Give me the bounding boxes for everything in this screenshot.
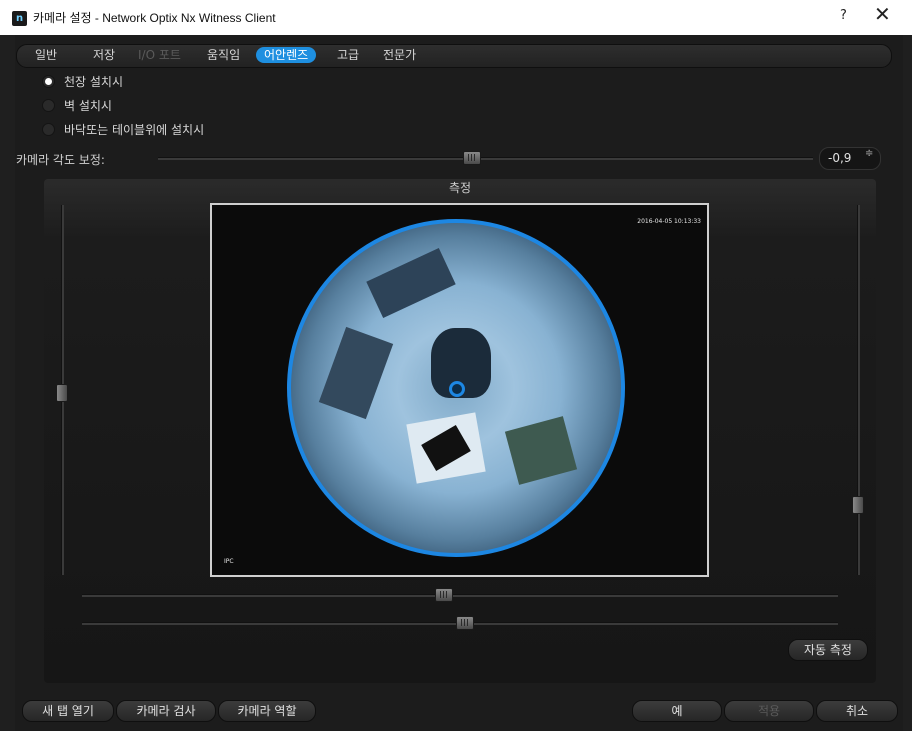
camera-label: IPC <box>224 558 234 565</box>
close-icon[interactable]: ✕ <box>874 4 891 24</box>
angle-slider-handle[interactable] <box>463 151 481 165</box>
ok-button[interactable]: 예 <box>632 700 722 722</box>
angle-value: -0,9 <box>828 151 852 165</box>
scene-detail <box>366 247 456 319</box>
auto-calibrate-button[interactable]: 자동 측정 <box>788 639 868 661</box>
fisheye-image[interactable] <box>287 219 625 557</box>
camera-check-button[interactable]: 카메라 검사 <box>116 700 216 722</box>
apply-button: 적용 <box>724 700 814 722</box>
horizontal-slider-2-handle[interactable] <box>456 616 474 630</box>
app-icon: n <box>12 11 27 26</box>
horizontal-slider-1-handle[interactable] <box>435 588 453 602</box>
right-vertical-slider-handle[interactable] <box>852 496 864 514</box>
angle-spinbox[interactable]: -0,9 ≑ <box>819 147 881 170</box>
horizontal-slider-1-track[interactable] <box>82 594 838 597</box>
new-tab-button[interactable]: 새 탭 열기 <box>22 700 114 722</box>
help-button[interactable]: ? <box>840 8 847 23</box>
radio-button[interactable] <box>42 123 55 136</box>
tab-general[interactable]: 일반 <box>35 47 57 63</box>
angle-correction-label: 카메라 각도 보정: <box>16 153 105 167</box>
window-titlebar: n 카메라 설정 - Network Optix Nx Witness Clie… <box>0 0 912 35</box>
scene-detail <box>504 416 578 485</box>
calibration-title: 측정 <box>448 181 472 195</box>
scene-detail <box>318 326 394 420</box>
tab-expert[interactable]: 전문가 <box>383 47 416 63</box>
tab-advanced[interactable]: 고급 <box>337 47 359 63</box>
radio-label: 천장 설치시 <box>64 75 124 89</box>
fisheye-preview[interactable]: 2016-04-05 10:13:33 IPC <box>210 203 709 577</box>
tab-io-ports: I/O 포트 <box>138 48 181 62</box>
spin-arrows-icon[interactable]: ≑ <box>865 149 873 159</box>
right-vertical-slider-track[interactable] <box>857 205 860 575</box>
calibration-center-handle[interactable] <box>449 381 465 397</box>
tab-fisheye[interactable]: 어안렌즈 <box>256 47 317 63</box>
left-vertical-slider-handle[interactable] <box>56 384 68 402</box>
window-title: 카메라 설정 - Network Optix Nx Witness Client <box>33 11 276 25</box>
angle-slider-track[interactable] <box>158 157 813 160</box>
radio-label: 바닥또는 테이블위에 설치시 <box>64 123 205 137</box>
cancel-button[interactable]: 취소 <box>816 700 898 722</box>
video-timestamp: 2016-04-05 10:13:33 <box>637 218 701 225</box>
camera-role-button[interactable]: 카메라 역할 <box>218 700 316 722</box>
radio-button[interactable] <box>42 99 55 112</box>
radio-button[interactable] <box>42 75 55 88</box>
tab-storage[interactable]: 저장 <box>93 47 115 63</box>
radio-label: 벽 설치시 <box>64 99 112 113</box>
tab-motion[interactable]: 움직임 <box>207 47 240 63</box>
